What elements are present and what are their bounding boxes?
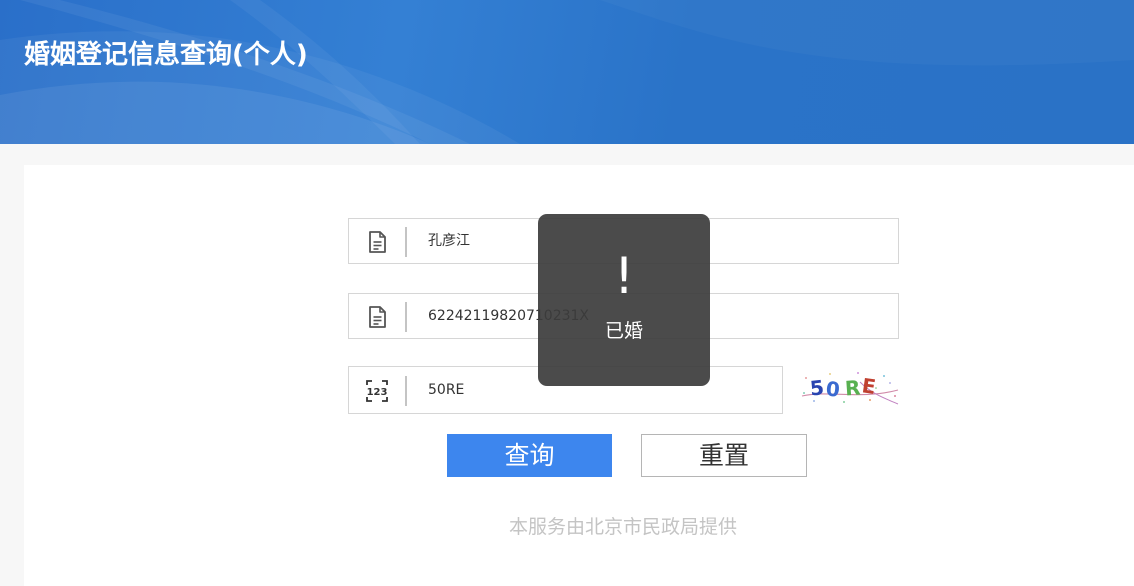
reset-button[interactable]: 重置 <box>641 434 807 477</box>
captcha-characters: 5 0 R E <box>809 373 877 401</box>
document-icon <box>369 306 386 328</box>
svg-text:123: 123 <box>367 387 388 398</box>
captcha-input[interactable]: 50RE <box>428 367 464 413</box>
name-input[interactable]: 孔彦江 <box>428 219 470 263</box>
svg-text:E: E <box>860 373 877 399</box>
header-background-decoration <box>0 0 520 144</box>
number-123-icon: 123 <box>366 380 388 402</box>
query-button[interactable]: 查询 <box>447 434 612 477</box>
service-provider-note: 本服务由北京市民政局提供 <box>508 516 737 538</box>
svg-text:R: R <box>844 375 861 400</box>
document-icon <box>369 231 386 253</box>
captcha-image[interactable]: 5 0 R E <box>800 368 900 408</box>
result-toast: ! 已婚 <box>538 214 710 386</box>
page-header: 婚姻登记信息查询(个人) <box>0 0 1134 144</box>
page-title: 婚姻登记信息查询(个人) <box>24 40 308 70</box>
field-separator <box>405 302 407 332</box>
field-separator <box>405 376 407 406</box>
exclamation-icon: ! <box>613 247 635 305</box>
field-separator <box>405 227 407 257</box>
toast-message: 已婚 <box>604 320 643 342</box>
svg-text:5: 5 <box>809 375 825 400</box>
svg-text:0: 0 <box>825 377 841 402</box>
